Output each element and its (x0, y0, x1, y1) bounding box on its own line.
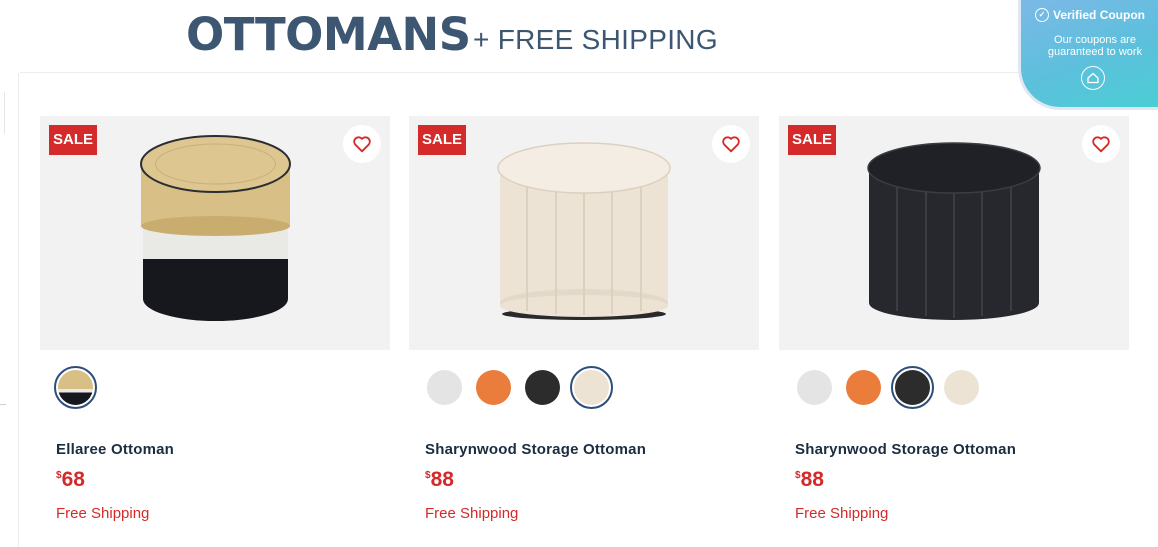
product-name[interactable]: Sharynwood Storage Ottoman (795, 441, 1016, 458)
sidebar-edge (0, 92, 5, 134)
page-title: OTTOMANS (186, 8, 471, 61)
color-swatch[interactable] (940, 366, 983, 409)
product-card[interactable]: SALE Ellaree Ottoman $68 Free Shipping (40, 116, 390, 522)
check-circle-icon: ✓ (1035, 8, 1049, 22)
color-swatch[interactable] (793, 366, 836, 409)
color-swatches (793, 366, 983, 409)
product-card[interactable]: SALE Sharynwood Storage Ottoman $88 Free… (409, 116, 759, 522)
wishlist-button[interactable] (712, 125, 750, 163)
price-currency: $ (425, 470, 431, 481)
price-amount: 68 (61, 468, 85, 491)
product-price: $68 (56, 468, 85, 492)
swatch-color (846, 370, 881, 405)
sidebar-tick (0, 404, 6, 405)
coupon-title-label: Verified Coupon (1053, 8, 1146, 22)
heart-icon (1092, 136, 1110, 153)
product-image[interactable]: SALE (779, 116, 1129, 350)
swatch-color (58, 370, 93, 405)
product-price: $88 (425, 468, 454, 492)
header-divider (20, 72, 1020, 73)
price-amount: 88 (430, 468, 454, 491)
verified-coupon-badge[interactable]: ✓ Verified Coupon Our coupons are guaran… (1018, 0, 1158, 110)
color-swatch[interactable] (521, 366, 564, 409)
shipping-label: Free Shipping (425, 505, 519, 522)
price-currency: $ (56, 470, 62, 481)
page-subtitle: + FREE SHIPPING (473, 24, 718, 55)
swatch-color (895, 370, 930, 405)
color-swatch[interactable] (472, 366, 515, 409)
swatch-color (944, 370, 979, 405)
product-image[interactable]: SALE (40, 116, 390, 350)
color-swatch[interactable] (842, 366, 885, 409)
swatch-color (797, 370, 832, 405)
price-currency: $ (795, 470, 801, 481)
color-swatch[interactable] (54, 366, 97, 409)
color-swatch[interactable] (423, 366, 466, 409)
swatch-color (525, 370, 560, 405)
price-amount: 88 (800, 468, 824, 491)
home-icon (1081, 66, 1105, 90)
coupon-text: Our coupons are guaranteed to work (1047, 34, 1143, 58)
sidebar-divider (18, 73, 19, 547)
sale-badge: SALE (788, 125, 836, 155)
product-name[interactable]: Ellaree Ottoman (56, 441, 174, 458)
product-card[interactable]: SALE Sharynwood Storage Ottoman $88 Free… (779, 116, 1129, 522)
color-swatch[interactable] (891, 366, 934, 409)
color-swatch[interactable] (570, 366, 613, 409)
sale-badge: SALE (49, 125, 97, 155)
color-swatches (54, 366, 97, 409)
swatch-color (574, 370, 609, 405)
heart-icon (722, 136, 740, 153)
coupon-title: ✓ Verified Coupon (1035, 8, 1145, 22)
shipping-label: Free Shipping (795, 505, 889, 522)
wishlist-button[interactable] (343, 125, 381, 163)
product-image[interactable]: SALE (409, 116, 759, 350)
sale-badge: SALE (418, 125, 466, 155)
color-swatches (423, 366, 613, 409)
wishlist-button[interactable] (1082, 125, 1120, 163)
heart-icon (353, 136, 371, 153)
swatch-color (427, 370, 462, 405)
swatch-color (476, 370, 511, 405)
product-price: $88 (795, 468, 824, 492)
product-name[interactable]: Sharynwood Storage Ottoman (425, 441, 646, 458)
shipping-label: Free Shipping (56, 505, 150, 522)
page-header: OTTOMANS + FREE SHIPPING (0, 0, 1158, 72)
